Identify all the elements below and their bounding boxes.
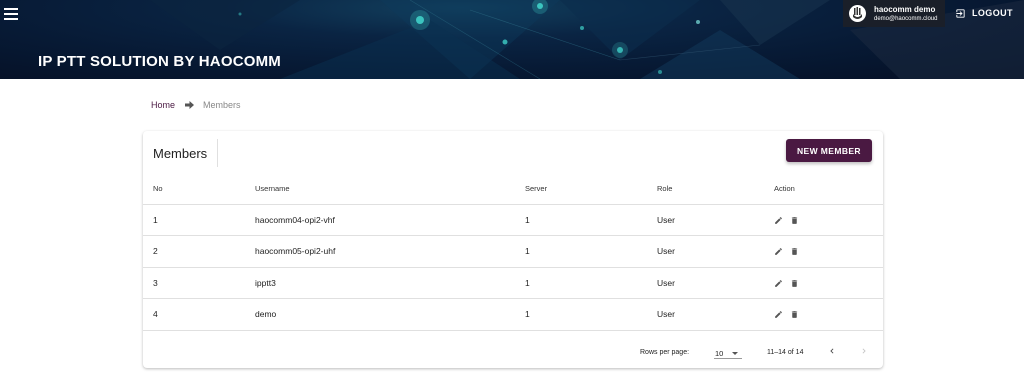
cell-role: User xyxy=(657,298,774,331)
logout-icon xyxy=(956,8,965,18)
column-header-action: Action xyxy=(774,173,883,205)
cell-username: demo xyxy=(255,298,525,331)
column-header-username[interactable]: Username xyxy=(255,173,525,205)
cell-role: User xyxy=(657,204,774,236)
card-title: Members xyxy=(153,146,208,161)
delete-icon[interactable] xyxy=(790,279,799,288)
user-email: demo@haocomm.cloud xyxy=(874,16,938,22)
cell-username: haocomm04-opi2-vhf xyxy=(255,204,525,236)
cell-no: 4 xyxy=(143,298,255,331)
cell-server: 1 xyxy=(525,204,657,236)
cell-actions xyxy=(774,267,883,299)
logout-button[interactable]: LOGOUT xyxy=(955,6,1013,20)
edit-icon[interactable] xyxy=(774,310,783,319)
table-row: 3 ipptt3 1 User xyxy=(143,267,883,299)
chevron-right-icon[interactable] xyxy=(859,346,869,358)
members-table: No Username Server Role Action 1 haocomm… xyxy=(143,173,883,331)
cell-actions xyxy=(774,204,883,236)
arrow-right-icon xyxy=(185,101,195,109)
rows-per-page-value: 10 xyxy=(715,349,724,358)
edit-icon[interactable] xyxy=(774,279,783,288)
chevron-left-icon[interactable] xyxy=(827,346,837,358)
cell-username: haocomm05-opi2-uhf xyxy=(255,235,525,268)
rows-per-page-select[interactable]: 10 xyxy=(714,344,742,359)
logout-label: LOGOUT xyxy=(972,8,1013,18)
new-member-button[interactable]: NEW MEMBER xyxy=(786,139,872,162)
table-header-row: No Username Server Role Action xyxy=(143,173,883,205)
delete-icon[interactable] xyxy=(790,247,799,256)
cell-server: 1 xyxy=(525,298,657,331)
cell-actions xyxy=(774,298,883,331)
cell-no: 1 xyxy=(143,204,255,236)
table-row: 1 haocomm04-opi2-vhf 1 User xyxy=(143,204,883,236)
rows-per-page-label: Rows per page: xyxy=(640,349,690,356)
table-row: 2 haocomm05-opi2-uhf 1 User xyxy=(143,235,883,268)
cell-actions xyxy=(774,235,883,268)
cell-role: User xyxy=(657,267,774,299)
app-header: IP PTT SOLUTION BY HAOCOMM haocomm demo … xyxy=(0,0,1024,79)
caret-down-icon xyxy=(732,352,738,355)
breadcrumb-home[interactable]: Home xyxy=(151,100,175,110)
cell-server: 1 xyxy=(525,235,657,268)
breadcrumb: Home Members xyxy=(151,100,241,110)
breadcrumb-current: Members xyxy=(203,100,241,110)
pagination-range: 11–14 of 14 xyxy=(767,349,804,356)
user-profile[interactable]: haocomm demo demo@haocomm.cloud xyxy=(843,0,945,27)
avatar xyxy=(849,5,866,22)
delete-icon[interactable] xyxy=(790,310,799,319)
cell-no: 2 xyxy=(143,235,255,268)
app-title: IP PTT SOLUTION BY HAOCOMM xyxy=(38,53,281,70)
user-avatar-icon xyxy=(853,7,862,19)
column-header-server[interactable]: Server xyxy=(525,173,657,205)
column-header-role[interactable]: Role xyxy=(657,173,774,205)
title-divider xyxy=(217,139,218,167)
user-name: haocomm demo xyxy=(874,5,936,14)
cell-role: User xyxy=(657,235,774,268)
pagination: Rows per page: 10 11–14 of 14 xyxy=(143,336,883,366)
cell-server: 1 xyxy=(525,267,657,299)
column-header-no[interactable]: No xyxy=(143,173,255,205)
delete-icon[interactable] xyxy=(790,216,799,225)
members-card: Members NEW MEMBER No Username Server Ro… xyxy=(143,131,883,368)
menu-icon[interactable] xyxy=(4,8,20,22)
edit-icon[interactable] xyxy=(774,216,783,225)
cell-no: 3 xyxy=(143,267,255,299)
table-row: 4 demo 1 User xyxy=(143,298,883,331)
edit-icon[interactable] xyxy=(774,247,783,256)
cell-username: ipptt3 xyxy=(255,267,525,299)
